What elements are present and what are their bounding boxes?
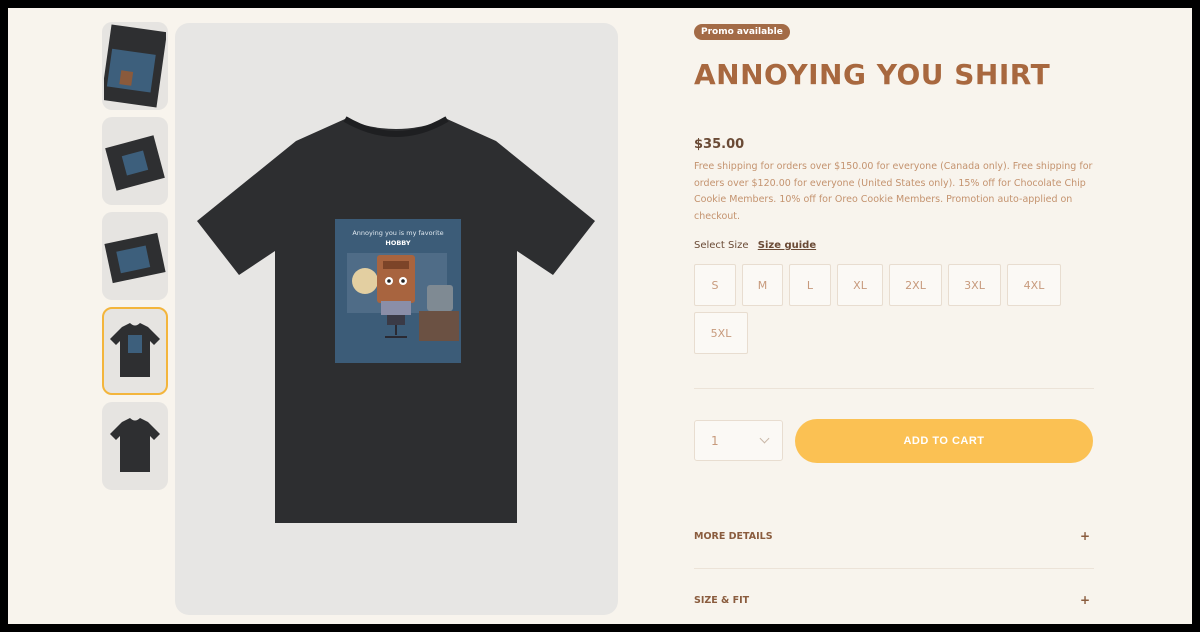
size-option-2xl[interactable]: 2XL [889,264,942,306]
accordion-more-details-label: MORE DETAILS [694,530,773,542]
accordion-more-details[interactable]: MORE DETAILS + [694,526,1094,546]
product-title: ANNOYING YOU SHIRT [694,58,1051,91]
plus-icon: + [1079,529,1090,543]
divider [694,568,1094,569]
size-guide-link[interactable]: Size guide [758,240,816,251]
folded-shirt-image [104,24,166,108]
quantity-select[interactable]: 1 [694,420,783,461]
print-text-line1: Annoying you is my favorite [352,229,443,237]
size-option-m[interactable]: M [742,264,783,306]
size-selector-header: Select Size Size guide [694,240,816,251]
print-text-line2: HOBBY [385,239,411,247]
thumbnail-2[interactable] [102,117,168,205]
accordion-size-fit[interactable]: SIZE & FIT + [694,590,1094,610]
flat-shirt-back-image [110,418,160,472]
chevron-down-icon [759,433,770,444]
folded-shirt-image [104,232,166,284]
select-size-label: Select Size [694,240,749,251]
folded-shirt-image [105,135,165,191]
add-to-cart-button[interactable]: ADD TO CART [795,419,1093,463]
product-page: Annoying you is my favorite HOBBY Promo … [8,8,1192,624]
thumbnail-1[interactable] [102,22,168,110]
size-option-xl[interactable]: XL [837,264,883,306]
size-option-s[interactable]: S [694,264,736,306]
thumbnail-3[interactable] [102,212,168,300]
product-price: $35.00 [694,137,745,152]
size-option-5xl[interactable]: 5XL [694,312,748,354]
size-option-3xl[interactable]: 3XL [948,264,1001,306]
promo-badge: Promo available [694,24,790,40]
divider [694,388,1094,389]
thumbnail-list [102,22,170,497]
plus-icon: + [1079,593,1090,607]
tshirt-image: Annoying you is my favorite HOBBY [197,116,595,523]
size-option-4xl[interactable]: 4XL [1007,264,1061,306]
thumbnail-4[interactable] [102,307,168,395]
quantity-value: 1 [711,433,719,448]
accordion-size-fit-label: SIZE & FIT [694,594,750,606]
flat-shirt-image [110,323,160,377]
size-option-l[interactable]: L [789,264,831,306]
shipping-note: Free shipping for orders over $150.00 fo… [694,161,1093,222]
thumbnail-5[interactable] [102,402,168,490]
main-product-image: Annoying you is my favorite HOBBY [175,23,618,615]
